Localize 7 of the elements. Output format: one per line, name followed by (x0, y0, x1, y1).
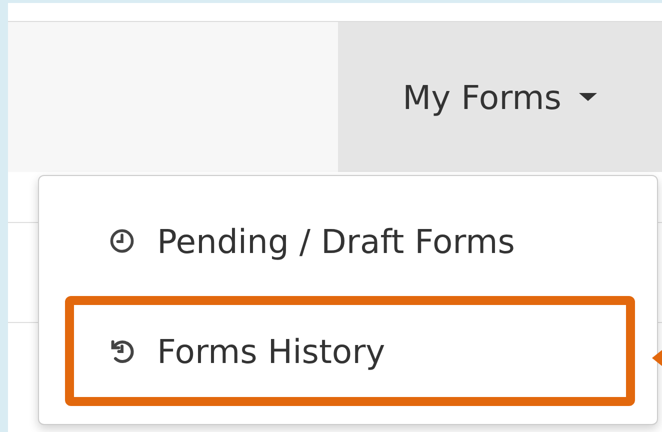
annotation-arrow (652, 350, 662, 366)
my-forms-menu[interactable]: My Forms (338, 22, 662, 172)
menu-item[interactable]: Pending / Draft Forms (65, 186, 635, 296)
menu-item[interactable]: Forms History (65, 296, 635, 406)
caret-icon (579, 93, 598, 101)
history-icon (109, 338, 135, 364)
clock-icon (109, 228, 135, 254)
